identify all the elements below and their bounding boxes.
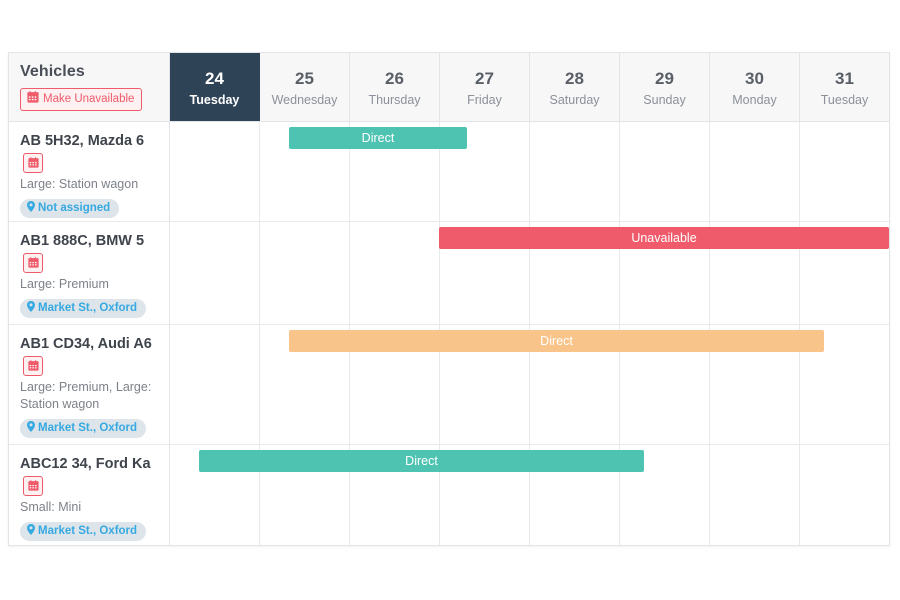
day-number: 27 (475, 68, 494, 88)
day-name: Wednesday (271, 92, 338, 107)
day-number: 29 (655, 68, 674, 88)
page-title: Vehicles (20, 63, 85, 80)
vehicle-info-cell[interactable]: ABC12 34, Ford Ka Small: Mini Market St.… (9, 445, 170, 545)
grid-cell-24[interactable] (170, 325, 260, 444)
grid-cell-24[interactable] (170, 222, 260, 324)
booking-label: Unavailable (631, 231, 697, 245)
booking-bar[interactable]: Direct (289, 127, 467, 149)
vehicle-location: Not assigned (38, 202, 111, 214)
map-pin-icon (27, 300, 35, 316)
booking-bar[interactable]: Direct (289, 330, 824, 352)
day-number: 24 (205, 68, 224, 88)
day-name: Sunday (643, 92, 686, 107)
day-name: Monday (732, 92, 777, 107)
vehicle-info-cell[interactable]: AB1 CD34, Audi A6 Large: Premium, Large:… (9, 325, 170, 444)
booking-label: Direct (540, 334, 573, 348)
day-name: Friday (467, 92, 502, 107)
vehicle-name: AB1 CD34, Audi A6 (20, 336, 152, 352)
day-header-24[interactable]: 24 Tuesday (170, 53, 260, 121)
vehicle-type: Large: Premium (20, 276, 109, 291)
vehicle-name: AB 5H32, Mazda 6 (20, 133, 145, 149)
booking-bar[interactable]: Direct (199, 450, 644, 472)
day-header-27[interactable]: 27 Friday (440, 53, 530, 121)
day-number: 26 (385, 68, 404, 88)
day-name: Saturday (549, 92, 600, 107)
vehicle-name-line: ABC12 34, Ford Ka (20, 454, 158, 496)
calendar-body: AB 5H32, Mazda 6 Large: Station wagon No… (9, 122, 889, 545)
status-badge: Not assigned (20, 198, 120, 218)
map-pin-icon (27, 200, 35, 216)
make-unavailable-label: Make Unavailable (43, 93, 135, 105)
day-header-28[interactable]: 28 Saturday (530, 53, 620, 121)
grid-cell-31[interactable] (800, 445, 889, 545)
vehicle-name: ABC12 34, Ford Ka (20, 456, 151, 472)
day-number: 30 (745, 68, 764, 88)
grid-cell-30[interactable] (710, 445, 800, 545)
status-badge: Market St., Oxford (20, 521, 147, 541)
day-number: 25 (295, 68, 314, 88)
make-unavailable-button[interactable]: Make Unavailable (20, 88, 143, 111)
grid-cell-24[interactable] (170, 122, 260, 221)
day-header-30[interactable]: 30 Monday (710, 53, 800, 121)
grid-cell-29[interactable] (620, 122, 710, 221)
day-header-25[interactable]: 25 Wednesday (260, 53, 350, 121)
grid-cell-25[interactable] (260, 222, 350, 324)
day-name: Thursday (368, 92, 421, 107)
grid-cell-26[interactable] (350, 222, 440, 324)
vehicle-type: Large: Premium, Large: Station wagon (20, 379, 152, 411)
table-row: ABC12 34, Ford Ka Small: Mini Market St.… (9, 445, 889, 545)
vehicle-name: AB1 888C, BMW 5 (20, 233, 145, 249)
vehicle-location: Market St., Oxford (38, 422, 138, 434)
booking-label: Direct (405, 454, 438, 468)
day-number: 31 (835, 68, 854, 88)
booking-bar[interactable]: Unavailable (439, 227, 889, 249)
day-number: 28 (565, 68, 584, 88)
vehicle-info-cell[interactable]: AB 5H32, Mazda 6 Large: Station wagon No… (9, 122, 170, 221)
calendar-icon[interactable] (23, 355, 43, 376)
grid-cell-28[interactable] (530, 122, 620, 221)
calendar-icon[interactable] (23, 152, 43, 173)
grid-cell-30[interactable] (710, 122, 800, 221)
row-grid-cells (170, 122, 889, 221)
calendar-icon[interactable] (23, 475, 43, 496)
vehicle-type: Large: Station wagon (20, 176, 139, 191)
grid-cell-31[interactable] (800, 122, 889, 221)
vehicle-name-line: AB 5H32, Mazda 6 (20, 131, 158, 173)
day-name: Tuesday (189, 92, 240, 107)
calendar-icon (27, 91, 39, 107)
calendar-icon[interactable] (23, 252, 43, 273)
vehicle-type: Small: Mini (20, 499, 82, 514)
vehicles-header-cell: Vehicles Make Unavailable (9, 53, 170, 121)
day-name: Tuesday (820, 92, 869, 107)
vehicle-info-cell[interactable]: AB1 888C, BMW 5 Large: Premium Market St… (9, 222, 170, 324)
vehicle-name-line: AB1 888C, BMW 5 (20, 231, 158, 273)
vehicle-location: Market St., Oxford (38, 302, 138, 314)
status-badge: Market St., Oxford (20, 418, 147, 438)
map-pin-icon (27, 523, 35, 539)
table-row: AB 5H32, Mazda 6 Large: Station wagon No… (9, 122, 889, 222)
status-badge: Market St., Oxford (20, 298, 147, 318)
booking-label: Direct (361, 131, 395, 145)
vehicle-location: Market St., Oxford (38, 525, 138, 537)
vehicle-name-line: AB1 CD34, Audi A6 (20, 334, 158, 376)
vehicle-availability-calendar: Vehicles Make Unavailable 24 Tuesday 25 … (8, 52, 890, 546)
day-header-columns: 24 Tuesday 25 Wednesday 26 Thursday 27 F… (170, 53, 889, 121)
day-header-31[interactable]: 31 Tuesday (800, 53, 889, 121)
table-row: AB1 CD34, Audi A6 Large: Premium, Large:… (9, 325, 889, 445)
day-header-26[interactable]: 26 Thursday (350, 53, 440, 121)
map-pin-icon (27, 420, 35, 436)
table-row: AB1 888C, BMW 5 Large: Premium Market St… (9, 222, 889, 325)
calendar-header: Vehicles Make Unavailable 24 Tuesday 25 … (9, 53, 889, 122)
day-header-29[interactable]: 29 Sunday (620, 53, 710, 121)
